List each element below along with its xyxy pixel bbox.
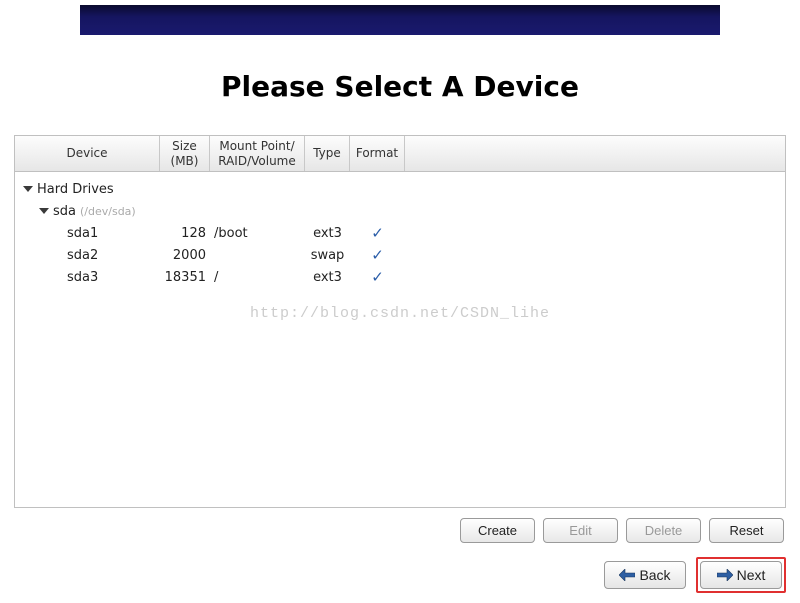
disk-path: (/dev/sda) xyxy=(80,205,136,218)
col-device[interactable]: Device xyxy=(15,136,160,171)
partition-mount: /boot xyxy=(214,226,248,241)
check-icon: ✓ xyxy=(371,246,384,264)
next-highlight: Next xyxy=(696,557,786,593)
partition-size: 18351 xyxy=(165,270,206,285)
partition-type: swap xyxy=(311,248,345,263)
partition-type: ext3 xyxy=(313,226,342,241)
table-header: Device Size (MB) Mount Point/ RAID/Volum… xyxy=(15,136,785,172)
check-icon: ✓ xyxy=(371,224,384,242)
device-panel: Device Size (MB) Mount Point/ RAID/Volum… xyxy=(14,135,786,508)
col-type[interactable]: Type xyxy=(305,136,350,171)
partition-row[interactable]: sda3 18351 / ext3 ✓ xyxy=(15,266,785,288)
main-content: Please Select A Device Device Size (MB) … xyxy=(0,35,800,543)
table-body: Hard Drives sda (/dev/sda) sda1 128 /boo… xyxy=(15,172,785,507)
tree-disk-row[interactable]: sda (/dev/sda) xyxy=(15,200,785,222)
expand-icon[interactable] xyxy=(39,208,49,214)
back-label: Back xyxy=(639,567,670,583)
col-size[interactable]: Size (MB) xyxy=(160,136,210,171)
partition-name: sda3 xyxy=(67,270,98,285)
partition-size: 128 xyxy=(181,226,206,241)
watermark: http://blog.csdn.net/CSDN_lihe xyxy=(15,305,785,322)
tree-root-label: Hard Drives xyxy=(37,182,114,197)
expand-icon[interactable] xyxy=(23,186,33,192)
partition-mount: / xyxy=(214,270,218,285)
partition-row[interactable]: sda2 2000 swap ✓ xyxy=(15,244,785,266)
col-mount[interactable]: Mount Point/ RAID/Volume xyxy=(210,136,305,171)
installer-banner xyxy=(80,5,720,35)
arrow-right-icon xyxy=(717,568,733,582)
partition-type: ext3 xyxy=(313,270,342,285)
back-button[interactable]: Back xyxy=(604,561,686,589)
page-title: Please Select A Device xyxy=(14,70,786,103)
tree-root-row[interactable]: Hard Drives xyxy=(15,178,785,200)
partition-size: 2000 xyxy=(173,248,206,263)
reset-button[interactable]: Reset xyxy=(709,518,784,543)
partition-row[interactable]: sda1 128 /boot ext3 ✓ xyxy=(15,222,785,244)
create-button[interactable]: Create xyxy=(460,518,535,543)
check-icon: ✓ xyxy=(371,268,384,286)
nav-bar: Back Next xyxy=(0,543,800,603)
delete-button: Delete xyxy=(626,518,701,543)
col-format[interactable]: Format xyxy=(350,136,405,171)
arrow-left-icon xyxy=(619,568,635,582)
partition-name: sda1 xyxy=(67,226,98,241)
partition-name: sda2 xyxy=(67,248,98,263)
action-row: Create Edit Delete Reset xyxy=(14,508,786,543)
next-label: Next xyxy=(737,567,766,583)
disk-name: sda xyxy=(53,204,76,219)
next-button[interactable]: Next xyxy=(700,561,782,589)
edit-button: Edit xyxy=(543,518,618,543)
